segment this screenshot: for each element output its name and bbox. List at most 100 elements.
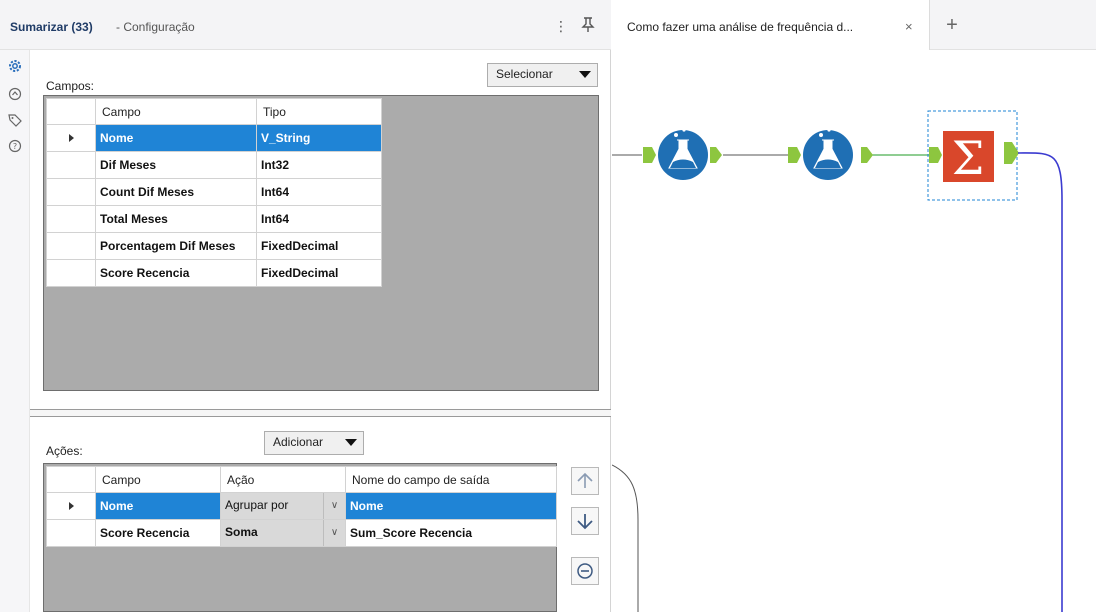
row-selector[interactable] xyxy=(46,492,96,520)
fields-label: Campos: xyxy=(46,79,95,93)
output-anchor xyxy=(861,147,873,163)
action-type-combo[interactable]: Agrupar por ∨ xyxy=(220,492,346,520)
field-type-cell[interactable]: Int32 xyxy=(256,151,382,179)
table-row[interactable]: Score Recencia FixedDecimal xyxy=(46,259,382,287)
row-selector[interactable] xyxy=(46,519,96,547)
action-type-combo[interactable]: Soma ∨ xyxy=(220,519,346,547)
field-type-cell[interactable]: FixedDecimal xyxy=(256,232,382,260)
input-anchor xyxy=(929,147,942,163)
connection-line xyxy=(612,464,639,612)
add-action-label: Adicionar xyxy=(273,435,324,449)
field-type-cell[interactable]: Int64 xyxy=(256,205,382,233)
output-anchor xyxy=(1004,142,1019,164)
panel-header: Sumarizar (33) - Configuração ⋮ xyxy=(0,0,611,50)
add-tab-button[interactable]: + xyxy=(941,14,963,36)
tag-icon[interactable] xyxy=(7,112,23,128)
column-header-acao[interactable]: Ação xyxy=(220,466,346,493)
output-anchor xyxy=(710,147,722,163)
svg-text:Σ: Σ xyxy=(952,131,985,185)
gear-icon[interactable] xyxy=(7,58,23,74)
action-combo[interactable]: Agrupar por ∨ xyxy=(222,493,345,519)
remove-action-button[interactable] xyxy=(571,557,599,585)
formula-tool-node[interactable] xyxy=(643,128,722,180)
move-up-button[interactable] xyxy=(571,467,599,495)
field-name-cell[interactable]: Dif Meses xyxy=(95,151,257,179)
action-combo[interactable]: Soma ∨ xyxy=(222,520,345,546)
caret-down-icon xyxy=(579,71,591,78)
field-name-cell[interactable]: Score Recencia xyxy=(95,259,257,287)
actions-table-header: Campo Ação Nome do campo de saída xyxy=(46,466,557,493)
row-header-corner xyxy=(46,98,96,125)
fields-table: Campo Tipo Nome V_String Dif Meses Int32… xyxy=(46,98,382,287)
svg-text:?: ? xyxy=(13,142,17,151)
field-name-cell[interactable]: Porcentagem Dif Meses xyxy=(95,232,257,260)
chevron-down-icon[interactable]: ∨ xyxy=(323,493,345,519)
action-field-cell[interactable]: Score Recencia xyxy=(95,519,221,547)
config-side-rail: ? xyxy=(0,50,30,612)
kebab-menu-icon[interactable]: ⋮ xyxy=(554,17,568,35)
workflow-diagram[interactable]: Σ xyxy=(612,50,1096,612)
action-combo-value: Soma xyxy=(225,525,258,539)
panel-title: Sumarizar (33) xyxy=(10,20,93,34)
row-selector[interactable] xyxy=(46,178,96,206)
table-row[interactable]: Score Recencia Soma ∨ Sum_Score Recencia xyxy=(46,519,557,547)
row-selector[interactable] xyxy=(46,259,96,287)
tab-workflow[interactable]: Como fazer uma análise de frequência d..… xyxy=(612,0,930,50)
field-name-cell[interactable]: Count Dif Meses xyxy=(95,178,257,206)
column-header-output-name[interactable]: Nome do campo de saída xyxy=(345,466,557,493)
caret-down-icon xyxy=(345,439,357,446)
action-field-cell[interactable]: Nome xyxy=(95,492,221,520)
field-type-cell[interactable]: V_String xyxy=(256,124,382,152)
table-row[interactable]: Dif Meses Int32 xyxy=(46,151,382,179)
connection-line xyxy=(1017,152,1063,612)
select-dropdown-button[interactable]: Selecionar xyxy=(487,63,598,87)
field-name-cell[interactable]: Nome xyxy=(95,124,257,152)
select-dropdown-label: Selecionar xyxy=(496,67,553,81)
panel-subtitle: - Configuração xyxy=(116,20,195,34)
row-selector[interactable] xyxy=(46,232,96,260)
table-row[interactable]: Nome V_String xyxy=(46,124,382,152)
configuration-panel: Sumarizar (33) - Configuração ⋮ ? Campos… xyxy=(0,0,611,612)
row-selector[interactable] xyxy=(46,205,96,233)
summarize-tool-node[interactable]: Σ xyxy=(927,110,1019,201)
arrow-down-icon xyxy=(576,513,594,535)
remove-icon xyxy=(576,563,594,585)
row-pointer-icon xyxy=(68,134,74,142)
table-row[interactable]: Porcentagem Dif Meses FixedDecimal xyxy=(46,232,382,260)
row-selector[interactable] xyxy=(46,124,96,152)
fields-table-header: Campo Tipo xyxy=(46,98,382,125)
table-row[interactable]: Total Meses Int64 xyxy=(46,205,382,233)
tab-bar: Como fazer uma análise de frequência d..… xyxy=(612,0,1096,50)
pin-icon[interactable] xyxy=(580,17,596,35)
output-name-cell[interactable]: Nome xyxy=(345,492,557,520)
add-action-dropdown-button[interactable]: Adicionar xyxy=(264,431,364,455)
table-row[interactable]: Count Dif Meses Int64 xyxy=(46,178,382,206)
arrow-up-icon xyxy=(576,472,594,495)
tab-label: Como fazer uma análise de frequência d..… xyxy=(627,20,854,34)
row-selector[interactable] xyxy=(46,151,96,179)
actions-table: Campo Ação Nome do campo de saída Nome A… xyxy=(46,466,557,547)
close-icon[interactable]: × xyxy=(905,19,913,34)
help-icon[interactable]: ? xyxy=(7,138,23,154)
formula-tool-node[interactable] xyxy=(788,128,873,180)
workflow-canvas[interactable]: Como fazer uma análise de frequência d..… xyxy=(612,0,1096,612)
fields-grid: Campo Tipo Nome V_String Dif Meses Int32… xyxy=(43,95,599,391)
input-anchor xyxy=(643,147,656,163)
tool-icon[interactable] xyxy=(7,86,23,102)
output-name-cell[interactable]: Sum_Score Recencia xyxy=(345,519,557,547)
table-row[interactable]: Nome Agrupar por ∨ Nome xyxy=(46,492,557,520)
field-name-cell[interactable]: Total Meses xyxy=(95,205,257,233)
row-header-corner xyxy=(46,466,96,493)
column-header-campo[interactable]: Campo xyxy=(95,98,257,125)
column-header-campo[interactable]: Campo xyxy=(95,466,221,493)
input-anchor xyxy=(788,147,801,163)
actions-label: Ações: xyxy=(46,444,83,458)
chevron-down-icon[interactable]: ∨ xyxy=(323,520,345,546)
move-down-button[interactable] xyxy=(571,507,599,535)
field-type-cell[interactable]: FixedDecimal xyxy=(256,259,382,287)
actions-grid: Campo Ação Nome do campo de saída Nome A… xyxy=(43,463,557,612)
field-type-cell[interactable]: Int64 xyxy=(256,178,382,206)
row-pointer-icon xyxy=(68,502,74,510)
column-header-tipo[interactable]: Tipo xyxy=(256,98,382,125)
panel-splitter[interactable] xyxy=(30,409,611,417)
